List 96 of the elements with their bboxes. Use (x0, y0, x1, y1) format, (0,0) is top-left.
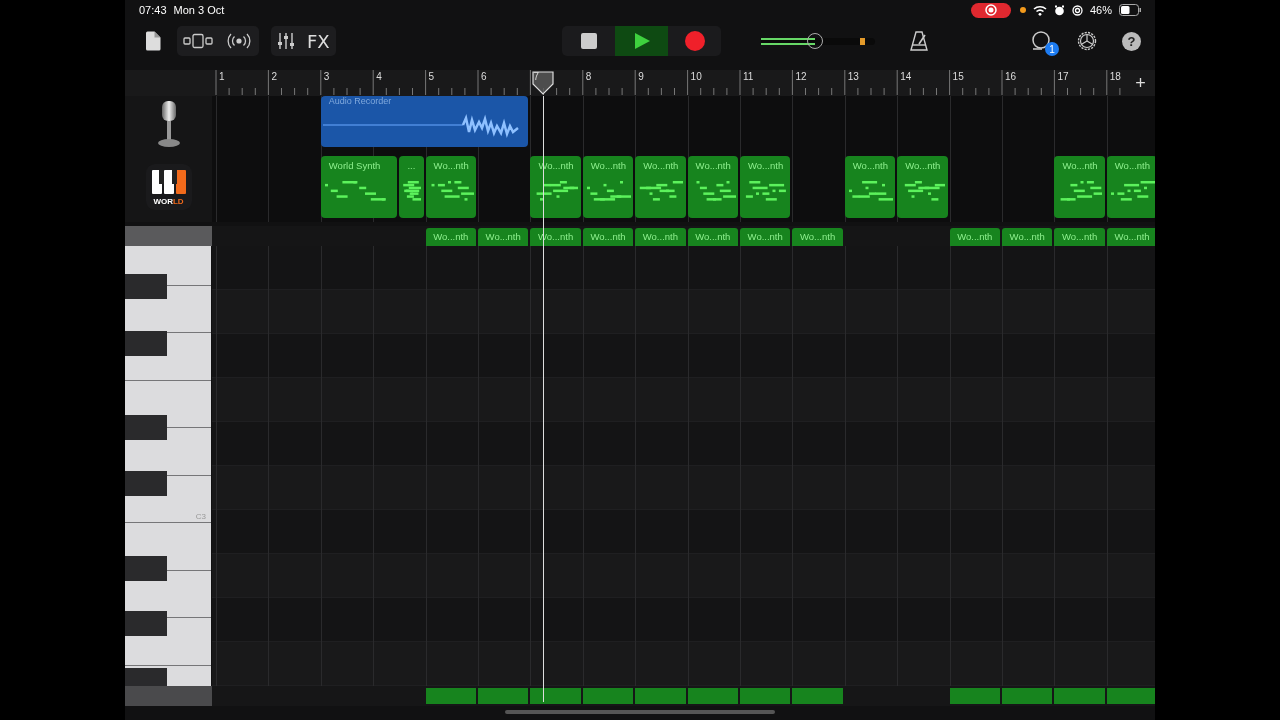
midi-region[interactable]: World Synth (320, 156, 398, 218)
alarm-icon (1053, 4, 1065, 16)
velocity-block (478, 688, 529, 704)
velocity-block (1054, 688, 1105, 704)
broadcast-icon (225, 33, 253, 49)
bar-number: 11 (743, 71, 754, 82)
loop-browser-button[interactable]: 1 (1026, 26, 1056, 56)
midi-region[interactable]: Wo...nth (635, 228, 686, 246)
battery-percentage: 46% (1089, 4, 1112, 16)
metronome-icon (909, 31, 929, 51)
midi-region[interactable]: Wo...nth (1054, 156, 1105, 218)
bar-number: 17 (1057, 71, 1069, 82)
midi-region[interactable]: Wo...nth (635, 156, 686, 218)
bar-number: 18 (1109, 71, 1121, 82)
bar-number: 2 (271, 71, 277, 82)
midi-region[interactable]: Wo...nth (740, 228, 791, 246)
region-title: Wo...nth (432, 159, 470, 171)
privacy-dot-icon (1019, 7, 1026, 13)
bar-number: 4 (376, 71, 382, 82)
velocity-block (792, 688, 843, 704)
bar-number: 6 (481, 71, 487, 82)
midi-region[interactable]: ... (399, 156, 424, 218)
velocity-block (1002, 688, 1053, 704)
bar-number: 13 (847, 71, 859, 82)
bar-number: 10 (690, 71, 702, 82)
add-track-button[interactable]: + (1126, 70, 1155, 96)
midi-region[interactable]: Wo...nth (687, 228, 738, 246)
wifi-icon (1032, 4, 1047, 16)
bar-number: 8 (585, 71, 592, 82)
loop-icon (1030, 31, 1052, 51)
bar-number: 1 (219, 71, 225, 82)
mixer-sliders-icon (277, 32, 295, 50)
midi-region[interactable]: Wo...nth (1054, 228, 1105, 246)
settings-icon (1076, 30, 1098, 52)
velocity-block (687, 688, 738, 704)
midi-region[interactable]: Wo...nth (425, 228, 476, 246)
region-title: World Synth (327, 159, 382, 171)
battery-icon (1119, 4, 1142, 16)
region-title: Wo...nth (1061, 159, 1099, 171)
midi-region[interactable]: Wo...nth (792, 228, 843, 246)
piano-keyboard-drawing[interactable] (125, 246, 211, 686)
midi-region[interactable]: Wo...nth (897, 156, 948, 218)
bar-number: 15 (952, 71, 964, 82)
region-title: Wo...nth (747, 159, 785, 171)
midi-region[interactable]: Wo...nth (949, 228, 1000, 246)
bar-number: 3 (323, 71, 330, 82)
audio-region[interactable]: Audio Recorder (320, 96, 529, 147)
bar-number: 7 (533, 71, 539, 82)
midi-region[interactable]: Wo...nth (425, 156, 476, 218)
midi-region[interactable]: Wo...nth (844, 156, 896, 218)
region-title: Audio Recorder (327, 96, 393, 106)
midi-region[interactable]: Wo...nth (1106, 156, 1155, 218)
velocity-block (530, 688, 581, 704)
velocity-block (425, 688, 476, 704)
bar-number: 5 (428, 71, 435, 82)
velocity-block (582, 688, 634, 704)
midi-region[interactable]: Wo...nth (582, 156, 634, 218)
fx-button[interactable]: FX (301, 26, 336, 56)
region-title: Wo...nth (904, 159, 942, 171)
document-icon (145, 31, 161, 51)
velocity-block (740, 688, 791, 704)
region-title: ... (406, 159, 417, 171)
midi-region[interactable]: Wo...nth (1002, 228, 1053, 246)
play-button[interactable] (615, 26, 668, 56)
region-title: Wo...nth (1113, 159, 1151, 171)
region-title: Wo...nth (694, 159, 732, 171)
status-time: 07:43 (139, 4, 167, 16)
region-title: Wo...nth (642, 159, 680, 171)
midi-region[interactable]: Wo...nth (478, 228, 529, 246)
status-date: Mon 3 Oct (173, 4, 225, 16)
stop-icon (579, 32, 598, 50)
browser-view-icon (183, 33, 213, 49)
microphone-icon (155, 100, 182, 148)
bar-number: 12 (795, 71, 807, 82)
playhead-handle[interactable] (531, 71, 554, 95)
bar-number: 16 (1005, 71, 1017, 82)
velocity-block (949, 688, 1000, 704)
play-icon (632, 32, 651, 50)
region-title: Wo...nth (589, 159, 627, 171)
help-button[interactable]: ? (1122, 31, 1141, 51)
record-icon (984, 4, 997, 16)
midi-region[interactable]: Wo...nth (740, 156, 791, 218)
piano-keys-icon (150, 168, 187, 195)
midi-region[interactable]: Wo...nth (1106, 228, 1155, 246)
midi-region[interactable]: Wo...nth (687, 156, 738, 218)
region-title: Wo...nth (851, 159, 889, 171)
instrument-icon[interactable]: WORLD (145, 164, 192, 210)
bar-number: 14 (900, 71, 912, 82)
midi-region[interactable]: Wo...nth (582, 228, 634, 246)
rotation-lock-icon (1071, 4, 1083, 16)
bar-number: 9 (638, 71, 644, 82)
velocity-block (635, 688, 686, 704)
notification-badge: 1 (1045, 42, 1059, 56)
instrument-logo-text: WORLD (153, 196, 184, 206)
velocity-block (1106, 688, 1155, 704)
record-icon (684, 31, 705, 51)
